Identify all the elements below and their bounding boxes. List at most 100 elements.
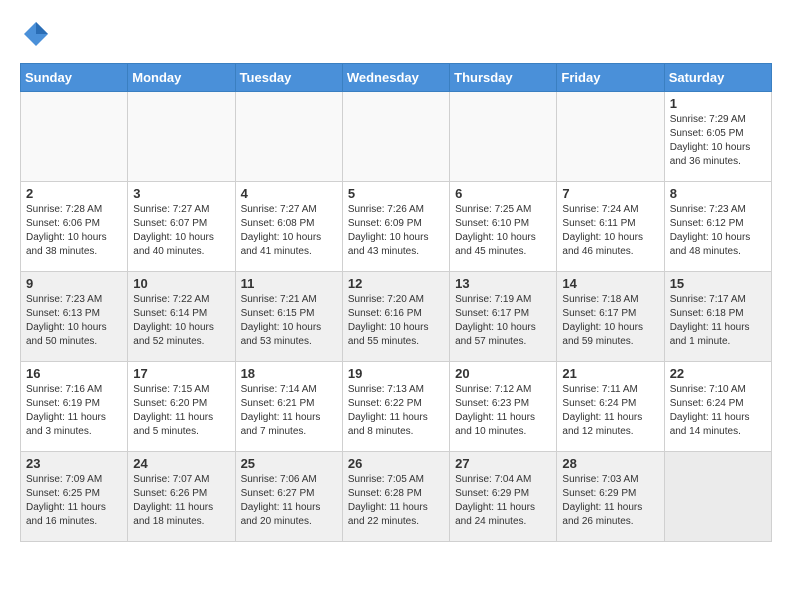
day-number: 5 <box>348 186 444 201</box>
day-info: Sunrise: 7:13 AM Sunset: 6:22 PM Dayligh… <box>348 383 444 439</box>
calendar-cell: 14 Sunrise: 7:18 AM Sunset: 6:17 PM Dayli… <box>557 272 664 362</box>
day-number: 15 <box>670 276 766 291</box>
calendar-cell <box>21 92 128 182</box>
day-number: 7 <box>562 186 658 201</box>
calendar-cell: 10 Sunrise: 7:22 AM Sunset: 6:14 PM Dayli… <box>128 272 235 362</box>
calendar-cell: 18Sunrise: 7:14 AM Sunset: 6:21 PM Dayli… <box>235 362 342 452</box>
day-info: Sunrise: 7:26 AM Sunset: 6:09 PM Dayligh… <box>348 203 444 259</box>
day-number: 9 <box>26 276 122 291</box>
calendar-cell: 4 Sunrise: 7:27 AM Sunset: 6:08 PM Daylig… <box>235 182 342 272</box>
day-number: 11 <box>241 276 337 291</box>
calendar-cell: 2 Sunrise: 7:28 AM Sunset: 6:06 PM Daylig… <box>21 182 128 272</box>
day-number: 20 <box>455 366 551 381</box>
calendar-cell: 26 Sunrise: 7:05 AM Sunset: 6:28 PM Dayli… <box>342 452 449 542</box>
day-info: Sunrise: 7:06 AM Sunset: 6:27 PM Dayligh… <box>241 473 337 529</box>
day-info: Sunrise: 7:10 AM Sunset: 6:24 PM Dayligh… <box>670 383 766 439</box>
calendar-header-row: SundayMondayTuesdayWednesdayThursdayFrid… <box>21 64 772 92</box>
day-number: 13 <box>455 276 551 291</box>
calendar-cell: 7 Sunrise: 7:24 AM Sunset: 6:11 PM Daylig… <box>557 182 664 272</box>
weekday-header-saturday: Saturday <box>664 64 771 92</box>
calendar-cell: 3Sunrise: 7:27 AM Sunset: 6:07 PM Daylig… <box>128 182 235 272</box>
day-info: Sunrise: 7:29 AM Sunset: 6:05 PM Dayligh… <box>670 113 766 169</box>
weekday-header-tuesday: Tuesday <box>235 64 342 92</box>
day-info: Sunrise: 7:09 AM Sunset: 6:25 PM Dayligh… <box>26 473 122 529</box>
day-number: 6 <box>455 186 551 201</box>
day-info: Sunrise: 7:05 AM Sunset: 6:28 PM Dayligh… <box>348 473 444 529</box>
day-info: Sunrise: 7:12 AM Sunset: 6:23 PM Dayligh… <box>455 383 551 439</box>
logo <box>20 20 50 53</box>
weekday-header-sunday: Sunday <box>21 64 128 92</box>
weekday-header-monday: Monday <box>128 64 235 92</box>
day-info: Sunrise: 7:19 AM Sunset: 6:17 PM Dayligh… <box>455 293 551 349</box>
day-info: Sunrise: 7:04 AM Sunset: 6:29 PM Dayligh… <box>455 473 551 529</box>
calendar-cell: 28 Sunrise: 7:03 AM Sunset: 6:29 PM Dayli… <box>557 452 664 542</box>
day-number: 18 <box>241 366 337 381</box>
day-info: Sunrise: 7:28 AM Sunset: 6:06 PM Dayligh… <box>26 203 122 259</box>
calendar-cell: 5 Sunrise: 7:26 AM Sunset: 6:09 PM Daylig… <box>342 182 449 272</box>
calendar-cell: 9 Sunrise: 7:23 AM Sunset: 6:13 PM Daylig… <box>21 272 128 362</box>
calendar-week-row: 9 Sunrise: 7:23 AM Sunset: 6:13 PM Daylig… <box>21 272 772 362</box>
calendar-cell <box>450 92 557 182</box>
day-info: Sunrise: 7:18 AM Sunset: 6:17 PM Dayligh… <box>562 293 658 349</box>
calendar-cell: 6 Sunrise: 7:25 AM Sunset: 6:10 PM Daylig… <box>450 182 557 272</box>
day-number: 3 <box>133 186 229 201</box>
day-number: 25 <box>241 456 337 471</box>
calendar-cell: 12 Sunrise: 7:20 AM Sunset: 6:16 PM Dayli… <box>342 272 449 362</box>
day-info: Sunrise: 7:15 AM Sunset: 6:20 PM Dayligh… <box>133 383 229 439</box>
day-number: 28 <box>562 456 658 471</box>
day-number: 8 <box>670 186 766 201</box>
day-info: Sunrise: 7:20 AM Sunset: 6:16 PM Dayligh… <box>348 293 444 349</box>
day-info: Sunrise: 7:16 AM Sunset: 6:19 PM Dayligh… <box>26 383 122 439</box>
day-number: 17 <box>133 366 229 381</box>
day-number: 2 <box>26 186 122 201</box>
day-number: 26 <box>348 456 444 471</box>
day-info: Sunrise: 7:23 AM Sunset: 6:13 PM Dayligh… <box>26 293 122 349</box>
calendar-week-row: 2 Sunrise: 7:28 AM Sunset: 6:06 PM Daylig… <box>21 182 772 272</box>
calendar-cell: 16 Sunrise: 7:16 AM Sunset: 6:19 PM Dayli… <box>21 362 128 452</box>
day-number: 12 <box>348 276 444 291</box>
weekday-header-friday: Friday <box>557 64 664 92</box>
day-info: Sunrise: 7:27 AM Sunset: 6:08 PM Dayligh… <box>241 203 337 259</box>
calendar-week-row: 16 Sunrise: 7:16 AM Sunset: 6:19 PM Dayli… <box>21 362 772 452</box>
calendar-cell <box>235 92 342 182</box>
day-number: 1 <box>670 96 766 111</box>
day-number: 10 <box>133 276 229 291</box>
calendar-cell: 22 Sunrise: 7:10 AM Sunset: 6:24 PM Dayli… <box>664 362 771 452</box>
calendar-week-row: 23Sunrise: 7:09 AM Sunset: 6:25 PM Dayli… <box>21 452 772 542</box>
day-info: Sunrise: 7:11 AM Sunset: 6:24 PM Dayligh… <box>562 383 658 439</box>
day-info: Sunrise: 7:24 AM Sunset: 6:11 PM Dayligh… <box>562 203 658 259</box>
calendar-cell: 25 Sunrise: 7:06 AM Sunset: 6:27 PM Dayli… <box>235 452 342 542</box>
logo-icon <box>22 20 50 48</box>
weekday-header-thursday: Thursday <box>450 64 557 92</box>
calendar-cell <box>128 92 235 182</box>
calendar-cell: 15 Sunrise: 7:17 AM Sunset: 6:18 PM Dayli… <box>664 272 771 362</box>
calendar-cell: 23Sunrise: 7:09 AM Sunset: 6:25 PM Dayli… <box>21 452 128 542</box>
calendar-week-row: 1 Sunrise: 7:29 AM Sunset: 6:05 PM Daylig… <box>21 92 772 182</box>
day-info: Sunrise: 7:21 AM Sunset: 6:15 PM Dayligh… <box>241 293 337 349</box>
calendar-cell: 8Sunrise: 7:23 AM Sunset: 6:12 PM Daylig… <box>664 182 771 272</box>
day-number: 24 <box>133 456 229 471</box>
day-number: 16 <box>26 366 122 381</box>
day-info: Sunrise: 7:03 AM Sunset: 6:29 PM Dayligh… <box>562 473 658 529</box>
calendar-cell: 17 Sunrise: 7:15 AM Sunset: 6:20 PM Dayli… <box>128 362 235 452</box>
day-number: 27 <box>455 456 551 471</box>
page-header <box>20 20 772 53</box>
calendar-cell: 13 Sunrise: 7:19 AM Sunset: 6:17 PM Dayli… <box>450 272 557 362</box>
day-info: Sunrise: 7:25 AM Sunset: 6:10 PM Dayligh… <box>455 203 551 259</box>
day-info: Sunrise: 7:07 AM Sunset: 6:26 PM Dayligh… <box>133 473 229 529</box>
calendar-table: SundayMondayTuesdayWednesdayThursdayFrid… <box>20 63 772 542</box>
day-number: 14 <box>562 276 658 291</box>
day-number: 22 <box>670 366 766 381</box>
calendar-cell: 19 Sunrise: 7:13 AM Sunset: 6:22 PM Dayli… <box>342 362 449 452</box>
day-info: Sunrise: 7:22 AM Sunset: 6:14 PM Dayligh… <box>133 293 229 349</box>
day-number: 19 <box>348 366 444 381</box>
calendar-cell: 11 Sunrise: 7:21 AM Sunset: 6:15 PM Dayli… <box>235 272 342 362</box>
calendar-cell: 21 Sunrise: 7:11 AM Sunset: 6:24 PM Dayli… <box>557 362 664 452</box>
day-number: 4 <box>241 186 337 201</box>
calendar-cell: 27 Sunrise: 7:04 AM Sunset: 6:29 PM Dayli… <box>450 452 557 542</box>
calendar-cell: 1 Sunrise: 7:29 AM Sunset: 6:05 PM Daylig… <box>664 92 771 182</box>
day-number: 21 <box>562 366 658 381</box>
day-info: Sunrise: 7:17 AM Sunset: 6:18 PM Dayligh… <box>670 293 766 349</box>
calendar-cell: 20 Sunrise: 7:12 AM Sunset: 6:23 PM Dayli… <box>450 362 557 452</box>
calendar-cell <box>664 452 771 542</box>
